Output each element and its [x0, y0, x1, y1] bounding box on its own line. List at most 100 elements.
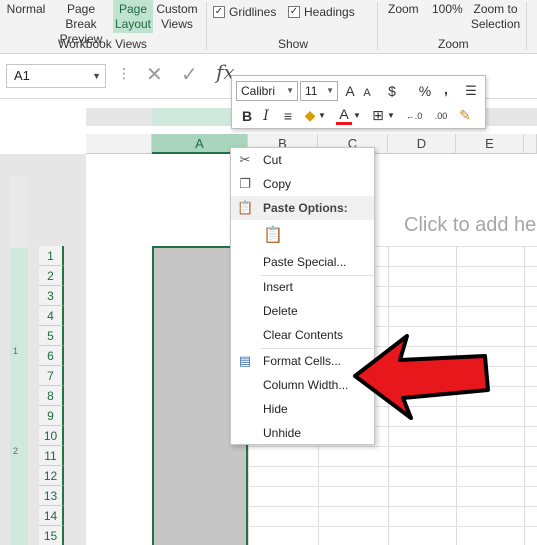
menu-item-delete[interactable]: Delete	[231, 299, 374, 323]
menu-label-unhide: Unhide	[263, 426, 302, 440]
comma-style-icon[interactable]: ,	[441, 80, 451, 98]
menu-item-unhide[interactable]: Unhide	[231, 421, 374, 445]
enter-icon[interactable]: ✓	[181, 62, 198, 87]
name-box-value: A1	[14, 68, 30, 83]
row-header[interactable]: 15	[39, 526, 64, 545]
font-size-combo[interactable]: 11 ▼	[300, 81, 338, 101]
chevron-down-icon[interactable]: ▼	[387, 107, 395, 125]
row-header[interactable]: 9	[39, 406, 64, 426]
header-hint[interactable]: Click to add he	[404, 214, 536, 237]
grow-font-icon[interactable]: A	[343, 82, 357, 100]
chevron-down-icon[interactable]: ▼	[286, 82, 294, 100]
row-header[interactable]: 4	[39, 306, 64, 326]
row-header[interactable]: 7	[39, 366, 64, 386]
decrease-decimal-icon[interactable]: .00	[429, 107, 453, 125]
zoom-group-label: Zoom	[438, 37, 469, 51]
ribbon-separator	[206, 2, 207, 50]
menu-label-clear-contents: Clear Contents	[263, 328, 344, 342]
row-header[interactable]: 3	[39, 286, 64, 306]
shrink-font-icon[interactable]: A	[361, 84, 373, 102]
vertical-ruler	[10, 176, 28, 545]
row-header[interactable]: 14	[39, 506, 64, 526]
italic-button[interactable]: I	[260, 107, 272, 125]
paste-icon: 📋	[237, 200, 254, 215]
ribbon-separator	[526, 2, 527, 50]
ruler-mark: 2	[13, 446, 19, 456]
scissors-icon: ✂	[239, 152, 251, 167]
column-header-d[interactable]: D	[388, 134, 456, 154]
page-break-label-1: Page Break	[65, 2, 97, 31]
headings-label: Headings	[304, 5, 355, 19]
menu-item-copy[interactable]: ❐ Copy	[231, 172, 374, 196]
more-options-icon[interactable]: ⋮	[117, 65, 131, 82]
currency-icon[interactable]: $	[385, 82, 399, 100]
menu-item-paste-special[interactable]: Paste Special...	[231, 250, 374, 274]
increase-decimal-icon[interactable]: ←.0	[402, 107, 426, 125]
font-name-combo[interactable]: Calibri ▼	[236, 81, 298, 101]
zoom-to-selection-button[interactable]: Zoom to Selection	[468, 2, 523, 32]
zoom-selection-label-1: Zoom to	[473, 2, 518, 16]
cancel-icon[interactable]: ✕	[146, 62, 163, 87]
zoom-100-button[interactable]: 100%	[432, 2, 463, 17]
align-center-icon[interactable]: ≡	[280, 107, 296, 125]
normal-view-button[interactable]: Normal	[4, 2, 48, 17]
paste-option-keep-formatting[interactable]: 📋	[231, 222, 374, 252]
font-color-icon[interactable]: A	[336, 106, 352, 125]
clipboard-icon: 📋	[263, 227, 283, 244]
chevron-down-icon[interactable]: ▼	[92, 65, 101, 87]
menu-label-hide: Hide	[263, 402, 288, 416]
bold-button[interactable]: B	[240, 107, 254, 125]
column-header-e[interactable]: E	[456, 134, 524, 154]
workbook-views-group-label: Workbook Views	[58, 37, 147, 51]
format-painter-box-icon[interactable]: ☰	[463, 82, 479, 100]
format-cells-icon: ▤	[238, 353, 252, 368]
menu-item-insert[interactable]: Insert	[231, 275, 374, 299]
paste-options-header: 📋 Paste Options:	[231, 196, 374, 220]
chevron-down-icon[interactable]: ▼	[353, 107, 361, 125]
custom-views-button[interactable]: Custom Views	[154, 2, 200, 32]
font-name-value: Calibri	[241, 84, 276, 98]
format-painter-icon[interactable]: ✎	[456, 106, 474, 124]
page-layout-button[interactable]: Page Layout	[113, 0, 153, 33]
borders-icon[interactable]: ⊞	[370, 106, 386, 124]
chevron-down-icon[interactable]: ▼	[318, 107, 326, 125]
zoom-button[interactable]: Zoom	[388, 2, 419, 17]
ribbon-separator	[377, 2, 378, 50]
row-header[interactable]: 13	[39, 486, 64, 506]
row-header[interactable]: 2	[39, 266, 64, 286]
ribbon: Normal Page Break Preview Page Layout Cu…	[0, 0, 537, 54]
column-header-f[interactable]	[524, 134, 537, 154]
normal-view-label: Normal	[6, 2, 46, 16]
menu-label-column-width: Column Width...	[263, 378, 349, 392]
row-header[interactable]: 1	[39, 246, 64, 266]
page-layout-label-2: Layout	[114, 17, 152, 31]
fill-color-icon[interactable]: ◆	[302, 106, 318, 124]
name-box[interactable]: A1 ▼	[6, 64, 106, 88]
percent-icon[interactable]: %	[417, 82, 433, 100]
gridlines-label: Gridlines	[229, 5, 277, 19]
row-header[interactable]: 12	[39, 466, 64, 486]
ruler-mark: 1	[13, 346, 19, 356]
row-header[interactable]: 8	[39, 386, 64, 406]
row-header[interactable]: 6	[39, 346, 64, 366]
row-header[interactable]: 10	[39, 426, 64, 446]
menu-item-cut[interactable]: ✂ Cut	[231, 148, 374, 172]
menu-label-copy: Copy	[263, 177, 292, 191]
mini-toolbar: Calibri ▼ 11 ▼ A A $ % , ☰ B I ≡ ◆ ▼ A ▼…	[231, 75, 486, 129]
row-header[interactable]: 5	[39, 326, 64, 346]
headings-checkbox[interactable]: ✓	[288, 6, 300, 18]
column-header-blank	[86, 134, 152, 154]
grid-column-line	[524, 246, 525, 545]
ruler-highlight	[10, 248, 28, 545]
menu-label-delete: Delete	[263, 304, 298, 318]
red-arrow-shape	[353, 334, 490, 420]
row-header[interactable]: 11	[39, 446, 64, 466]
custom-views-label-2: Views	[161, 17, 193, 31]
menu-label-cut: Cut	[263, 153, 282, 167]
gridlines-checkbox[interactable]: ✓	[213, 6, 225, 18]
custom-views-label-1: Custom	[156, 2, 198, 16]
chevron-down-icon[interactable]: ▼	[326, 82, 334, 100]
show-group-label: Show	[278, 37, 309, 51]
menu-label-format-cells: Format Cells...	[263, 354, 342, 368]
paste-options-label: Paste Options:	[263, 201, 348, 215]
